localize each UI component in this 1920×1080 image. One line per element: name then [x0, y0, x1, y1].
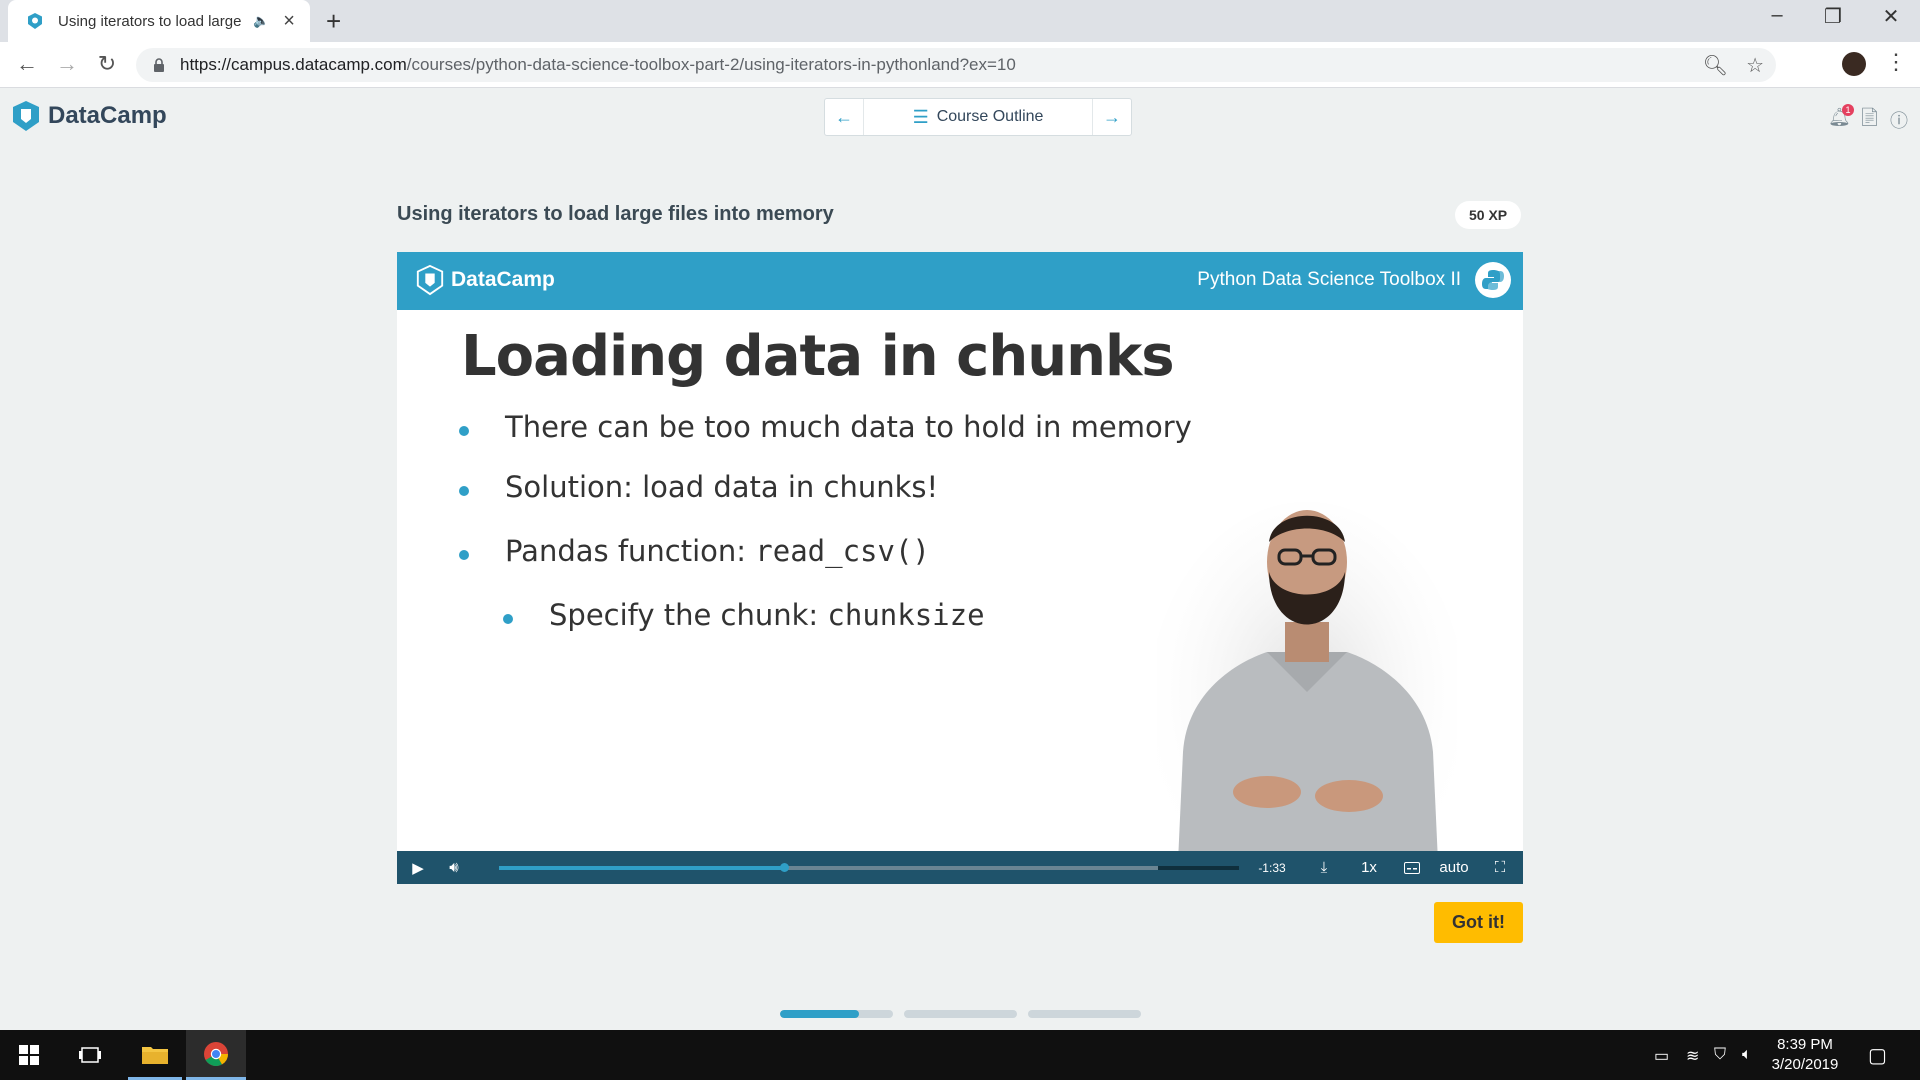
xp-badge: 50 XP	[1455, 201, 1522, 229]
exercise-steps	[780, 1010, 1141, 1018]
step-indicator-3[interactable]	[1028, 1010, 1141, 1018]
wifi-icon[interactable]: ≋	[1686, 1046, 1699, 1066]
clock-date: 3/20/2019	[1771, 1056, 1839, 1073]
task-view-icon[interactable]	[66, 1030, 114, 1080]
video-controls: ▶ 🔊︎ -1:33 ⤓ 1x auto ⛶	[397, 851, 1523, 884]
step-indicator-2[interactable]	[904, 1010, 1017, 1018]
bookmark-star-icon[interactable]: ☆	[1746, 53, 1764, 78]
bullet-dot	[459, 426, 469, 436]
lock-icon	[154, 58, 164, 72]
browser-tab-bar: Using iterators to load large 🔈 × + – ❐ …	[0, 0, 1920, 42]
tab-title: Using iterators to load large	[58, 12, 242, 30]
volume-icon[interactable]: 🔊︎	[439, 851, 469, 884]
bullet-code: read_csv()	[755, 534, 930, 568]
pdf-slides-icon[interactable]: 📄︎	[1858, 107, 1881, 129]
datacamp-logo-icon	[416, 264, 444, 296]
browser-menu-icon[interactable]: ⋮	[1885, 49, 1907, 75]
presenter-video	[1157, 502, 1457, 884]
url-field[interactable]: https://campus.datacamp.com/courses/pyth…	[136, 48, 1776, 82]
subtitles-icon[interactable]	[1397, 851, 1427, 884]
datacamp-favicon-icon	[28, 13, 42, 29]
bullet-text: There can be too much data to hold in me…	[505, 410, 1192, 444]
notification-badge: 1	[1842, 104, 1854, 116]
bullet-code: chunksize	[827, 598, 985, 632]
back-icon[interactable]: ←	[12, 51, 42, 77]
url-host: https://campus.datacamp.com	[180, 55, 407, 74]
quality-button[interactable]: auto	[1434, 851, 1474, 884]
profile-avatar[interactable]	[1842, 52, 1866, 76]
slide-bullet-3: Pandas function: read_csv()	[459, 534, 930, 568]
reload-icon[interactable]: ↻	[92, 51, 122, 77]
next-exercise-button[interactable]: →	[1093, 99, 1131, 135]
datacamp-logo-icon	[13, 101, 39, 131]
taskbar-clock[interactable]: 8:39 PM 3/20/2019	[1760, 1035, 1850, 1075]
slide-header: DataCamp Python Data Science Toolbox II	[397, 252, 1523, 310]
restore-icon[interactable]: ❐	[1808, 4, 1858, 29]
exercise-title: Using iterators to load large files into…	[397, 203, 834, 225]
step-progress-fill	[780, 1010, 860, 1018]
datacamp-header: DataCamp ← ☰ Course Outline → 🔔︎ 📄︎ ⓘ	[0, 89, 1920, 145]
speaker-icon[interactable]: 🔈	[253, 13, 269, 29]
new-tab-icon[interactable]: +	[326, 6, 341, 37]
bullet-text: Specify the chunk:	[549, 598, 828, 632]
video-progress-bar[interactable]	[499, 863, 1239, 872]
fullscreen-icon[interactable]: ⛶	[1485, 851, 1515, 884]
seek-handle[interactable]	[779, 863, 789, 872]
window-close-icon[interactable]: ✕	[1866, 4, 1916, 29]
battery-icon[interactable]: ▭	[1654, 1046, 1669, 1066]
got-it-button[interactable]: Got it!	[1434, 902, 1523, 943]
download-icon[interactable]: ⤓	[1309, 851, 1339, 884]
slide-title: Loading data in chunks	[461, 324, 1175, 389]
bullet-dot	[459, 550, 469, 560]
course-outline-nav: ← ☰ Course Outline →	[824, 98, 1132, 136]
forward-icon[interactable]: →	[52, 51, 82, 77]
slide-course-name: Python Data Science Toolbox II	[1197, 269, 1461, 290]
slide-bullet-2: Solution: load data in chunks!	[459, 470, 939, 504]
play-icon[interactable]: ▶	[403, 851, 433, 884]
video-player[interactable]: DataCamp Python Data Science Toolbox II …	[397, 252, 1523, 884]
course-outline-button[interactable]: ☰ Course Outline	[863, 99, 1093, 135]
played-bar	[499, 866, 784, 870]
action-center-icon[interactable]: ▢	[1868, 1043, 1887, 1068]
bullet-text: Solution: load data in chunks!	[505, 470, 939, 504]
chrome-taskbar-icon[interactable]	[186, 1030, 246, 1080]
minimize-icon[interactable]: –	[1752, 4, 1802, 27]
slide-brand-text: DataCamp	[451, 268, 555, 291]
slide-bullet-4: Specify the chunk: chunksize	[503, 598, 985, 632]
url-path: /courses/python-data-science-toolbox-par…	[406, 55, 1016, 74]
windows-start-icon[interactable]	[0, 1030, 58, 1080]
playback-speed-button[interactable]: 1x	[1352, 851, 1386, 884]
report-issue-icon[interactable]: ⓘ	[1888, 107, 1910, 131]
browser-tab[interactable]: Using iterators to load large 🔈 ×	[8, 0, 310, 42]
logo-text: DataCamp	[48, 102, 167, 129]
step-indicator-1[interactable]	[780, 1010, 893, 1018]
windows-taskbar: ▭ ≋ ⛉ 🔈︎ 8:39 PM 3/20/2019 ▢	[0, 1030, 1920, 1080]
bullet-text: Pandas function:	[505, 534, 756, 568]
volume-tray-icon[interactable]: 🔈︎	[1742, 1046, 1752, 1064]
zoom-icon[interactable]: 🔍︎	[1703, 53, 1728, 78]
clock-time: 8:39 PM	[1777, 1036, 1833, 1053]
time-remaining: -1:33	[1258, 860, 1286, 875]
file-explorer-icon[interactable]	[128, 1030, 182, 1080]
shield-icon[interactable]: ⛉	[1714, 1046, 1726, 1064]
course-outline-label: Course Outline	[936, 108, 1044, 125]
datacamp-logo[interactable]: DataCamp	[10, 99, 167, 133]
menu-icon: ☰	[912, 106, 929, 127]
slide-brand: DataCamp	[415, 264, 555, 296]
bullet-dot	[459, 486, 469, 496]
bullet-dot	[503, 614, 513, 624]
close-tab-icon[interactable]: ×	[283, 11, 295, 31]
address-bar: ← → ↻ https://campus.datacamp.com/course…	[0, 42, 1920, 88]
slide-bullet-1: There can be too much data to hold in me…	[459, 410, 1192, 444]
python-logo-icon	[1475, 262, 1511, 298]
previous-exercise-button[interactable]: ←	[825, 99, 863, 135]
